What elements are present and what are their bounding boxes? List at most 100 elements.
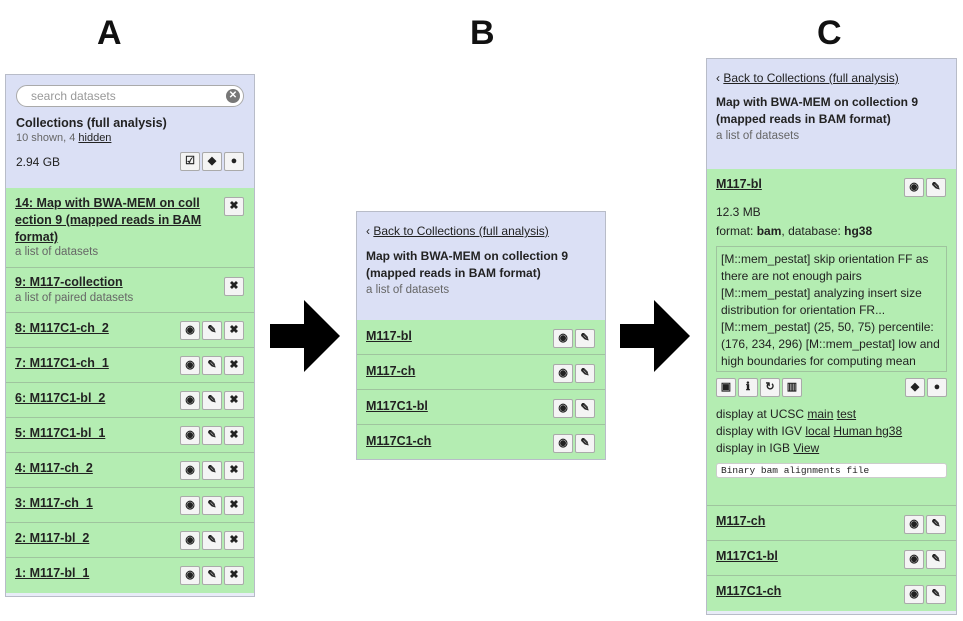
- rerun-button[interactable]: ↻: [760, 378, 780, 397]
- list-item[interactable]: M117C1-bl ◉ ✎: [707, 541, 956, 576]
- list-item[interactable]: M117-bl ◉ ✎: [357, 320, 605, 355]
- back-link[interactable]: Back to Collections (full analysis): [723, 71, 898, 85]
- list-item[interactable]: M117C1-bl ◉ ✎: [357, 390, 605, 425]
- ucsc-main-link[interactable]: main: [807, 407, 833, 421]
- pencil-icon: ✎: [207, 359, 217, 371]
- view-button[interactable]: ◉: [904, 585, 924, 604]
- back-link[interactable]: Back to Collections (full analysis): [373, 224, 548, 238]
- edit-button[interactable]: ✎: [202, 496, 222, 515]
- annotation-button[interactable]: ●: [927, 378, 947, 397]
- dataset-title[interactable]: 9: M117-collection: [15, 275, 214, 289]
- delete-button[interactable]: ✖: [224, 566, 244, 585]
- edit-button[interactable]: ✎: [202, 321, 222, 340]
- view-button[interactable]: ◉: [904, 515, 924, 534]
- visualize-button[interactable]: ▥: [782, 378, 802, 397]
- list-item[interactable]: 7: M117C1-ch_1 ◉ ✎ ✖: [6, 348, 254, 383]
- list-item[interactable]: 14: Map with BWA-MEM on coll ection 9 (m…: [6, 188, 254, 268]
- hidden-link[interactable]: hidden: [78, 132, 111, 144]
- view-button[interactable]: ◉: [553, 329, 573, 348]
- list-item[interactable]: 4: M117-ch_2 ◉ ✎ ✖: [6, 453, 254, 488]
- shown-count: 10 shown, 4: [16, 132, 76, 144]
- list-item[interactable]: 2: M117-bl_2 ◉ ✎ ✖: [6, 523, 254, 558]
- panel-a-letter: A: [97, 14, 122, 52]
- view-button[interactable]: ◉: [904, 178, 924, 197]
- history-size: 2.94 GB: [16, 155, 61, 169]
- dataset-title[interactable]: 14: Map with BWA-MEM on coll ection 9 (m…: [15, 195, 214, 246]
- view-button[interactable]: ◉: [180, 531, 200, 550]
- delete-button[interactable]: ✖: [224, 391, 244, 410]
- search-input[interactable]: search datasets ✕: [16, 85, 244, 107]
- list-item[interactable]: 1: M117-bl_1 ◉ ✎ ✖: [6, 558, 254, 593]
- history-title[interactable]: Collections (full analysis): [16, 116, 244, 130]
- view-button[interactable]: ◉: [180, 566, 200, 585]
- edit-button[interactable]: ✎: [926, 178, 946, 197]
- view-button[interactable]: ◉: [180, 496, 200, 515]
- close-icon: ✖: [229, 200, 239, 212]
- view-button[interactable]: ◉: [180, 426, 200, 445]
- list-item[interactable]: 9: M117-collection a list of paired data…: [6, 268, 254, 313]
- edit-button[interactable]: ✎: [575, 434, 595, 453]
- delete-button[interactable]: ✖: [224, 531, 244, 550]
- annotation-button[interactable]: ●: [224, 152, 244, 171]
- tags-button[interactable]: ◆: [905, 378, 925, 397]
- eye-icon: ◉: [185, 324, 195, 336]
- edit-button[interactable]: ✎: [575, 399, 595, 418]
- list-item[interactable]: M117-ch ◉ ✎: [357, 355, 605, 390]
- delete-button[interactable]: ✖: [224, 496, 244, 515]
- edit-button[interactable]: ✎: [202, 426, 222, 445]
- delete-button[interactable]: ✖: [224, 461, 244, 480]
- list-item[interactable]: M117C1-ch ◉ ✎: [707, 576, 956, 611]
- delete-button[interactable]: ✖: [224, 197, 244, 216]
- tags-button[interactable]: ◆: [202, 152, 222, 171]
- view-button[interactable]: ◉: [180, 391, 200, 410]
- list-item[interactable]: 3: M117-ch_1 ◉ ✎ ✖: [6, 488, 254, 523]
- list-item[interactable]: 5: M117C1-bl_1 ◉ ✎ ✖: [6, 418, 254, 453]
- info-button[interactable]: ℹ: [738, 378, 758, 397]
- igv-human-link[interactable]: Human hg38: [833, 424, 902, 438]
- ucsc-test-link[interactable]: test: [837, 407, 856, 421]
- igb-view-link[interactable]: View: [793, 441, 819, 455]
- edit-button[interactable]: ✎: [202, 391, 222, 410]
- save-icon: ▣: [720, 381, 732, 393]
- pencil-icon: ✎: [931, 553, 941, 565]
- edit-button[interactable]: ✎: [926, 550, 946, 569]
- eye-icon: ◉: [185, 569, 195, 581]
- delete-button[interactable]: ✖: [224, 321, 244, 340]
- edit-button[interactable]: ✎: [575, 364, 595, 383]
- collection-header: ‹ Back to Collections (full analysis) Ma…: [707, 59, 956, 169]
- delete-button[interactable]: ✖: [224, 426, 244, 445]
- clear-search-icon[interactable]: ✕: [226, 89, 240, 103]
- pencil-icon: ✎: [207, 324, 217, 336]
- pencil-icon: ✎: [580, 332, 590, 344]
- edit-button[interactable]: ✎: [202, 461, 222, 480]
- edit-button[interactable]: ✎: [202, 566, 222, 585]
- list-item[interactable]: M117C1-ch ◉ ✎: [357, 425, 605, 459]
- igv-local-link[interactable]: local: [805, 424, 830, 438]
- edit-button[interactable]: ✎: [926, 515, 946, 534]
- view-button[interactable]: ◉: [553, 434, 573, 453]
- igb-display: display in IGB View: [716, 440, 947, 457]
- view-button[interactable]: ◉: [180, 461, 200, 480]
- download-button[interactable]: ▣: [716, 378, 736, 397]
- delete-button[interactable]: ✖: [224, 356, 244, 375]
- edit-button[interactable]: ✎: [202, 356, 222, 375]
- format-label: format:: [716, 224, 754, 238]
- view-button[interactable]: ◉: [904, 550, 924, 569]
- view-button[interactable]: ◉: [553, 399, 573, 418]
- delete-button[interactable]: ✖: [224, 277, 244, 296]
- eye-icon: ◉: [185, 429, 195, 441]
- edit-button[interactable]: ✎: [926, 585, 946, 604]
- history-header: search datasets ✕ Collections (full anal…: [6, 75, 254, 188]
- select-items-button[interactable]: ☑: [180, 152, 200, 171]
- right-arrow-icon: [270, 300, 340, 372]
- view-button[interactable]: ◉: [180, 356, 200, 375]
- list-item[interactable]: 8: M117C1-ch_2 ◉ ✎ ✖: [6, 313, 254, 348]
- view-button[interactable]: ◉: [180, 321, 200, 340]
- pencil-icon: ✎: [580, 437, 590, 449]
- edit-button[interactable]: ✎: [202, 531, 222, 550]
- list-item[interactable]: M117-ch ◉ ✎: [707, 506, 956, 541]
- edit-button[interactable]: ✎: [575, 329, 595, 348]
- view-button[interactable]: ◉: [553, 364, 573, 383]
- dataset-peek: Binary bam alignments file: [716, 463, 947, 478]
- list-item[interactable]: 6: M117C1-bl_2 ◉ ✎ ✖: [6, 383, 254, 418]
